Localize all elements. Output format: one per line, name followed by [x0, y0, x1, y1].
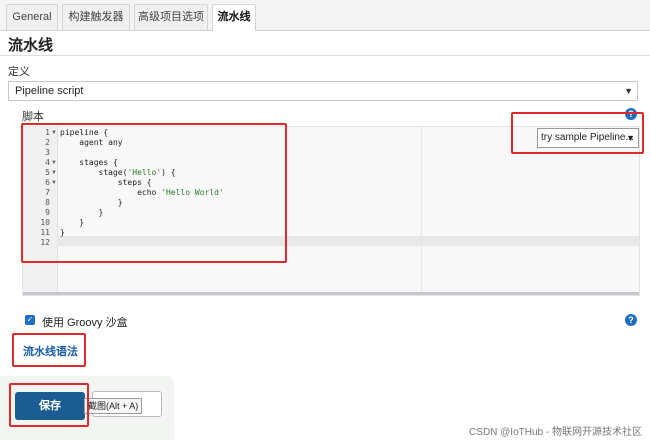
- highlight-box-syntax-link: [12, 333, 86, 367]
- help-icon[interactable]: ?: [625, 314, 637, 326]
- tab-pipeline[interactable]: 流水线: [212, 4, 256, 31]
- definition-selected-value: Pipeline script: [15, 85, 84, 97]
- definition-label: 定义: [8, 66, 30, 78]
- highlight-box-save: [9, 383, 89, 427]
- tab-bar: General 构建触发器 高级项目选项 流水线: [0, 0, 650, 31]
- tab-general[interactable]: General: [6, 4, 58, 30]
- editor-scrollbar[interactable]: [23, 292, 639, 295]
- watermark: CSDN @IoTHub - 物联网开源技术社区: [469, 427, 642, 438]
- script-label: 脚本: [22, 111, 44, 123]
- highlight-box-sample-select: [511, 112, 644, 154]
- groovy-sandbox-label: 使用 Groovy 沙盒: [42, 317, 128, 329]
- groovy-sandbox-checkbox[interactable]: ✓: [25, 315, 35, 325]
- definition-select[interactable]: Pipeline script ▼: [8, 81, 638, 101]
- screenshot-tooltip: 截图(Alt + A): [84, 398, 143, 414]
- tab-build-triggers[interactable]: 构建触发器: [62, 4, 130, 30]
- print-margin: [421, 127, 422, 295]
- section-divider: [0, 55, 650, 56]
- section-title: 流水线: [8, 37, 54, 54]
- highlight-box-editor: [21, 123, 287, 263]
- tab-advanced-options[interactable]: 高级项目选项: [134, 4, 208, 30]
- chevron-down-icon: ▼: [624, 86, 633, 96]
